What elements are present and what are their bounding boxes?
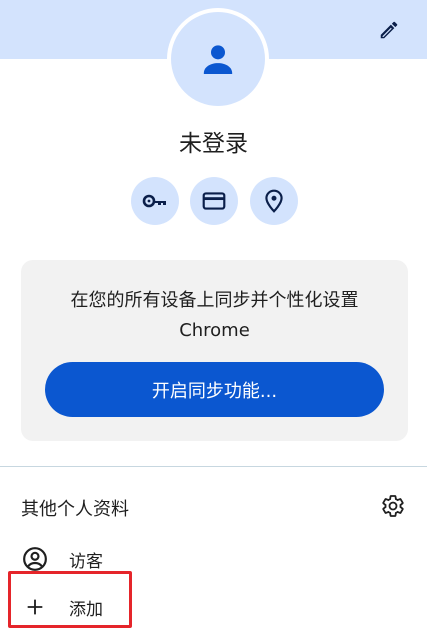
account-circle-icon [22, 546, 48, 572]
location-pin-icon [265, 189, 283, 213]
sync-message: 在您的所有设备上同步并个性化设置 Chrome [21, 286, 408, 346]
sync-message-line1: 在您的所有设备上同步并个性化设置 [70, 290, 359, 311]
profile-menu: 未登录 在您的所有设备上同步并个性化设置 Chrome 开启同步功能... 其他… [0, 0, 427, 633]
sync-promo-card: 在您的所有设备上同步并个性化设置 Chrome 开启同步功能... [21, 260, 408, 441]
profile-name: 未登录 [179, 131, 248, 157]
person-icon [203, 45, 233, 74]
profile-item-label: 添加 [69, 600, 103, 620]
add-profile-item[interactable]: 添加 [0, 584, 427, 628]
credit-card-icon [202, 192, 226, 210]
pencil-icon [380, 21, 398, 39]
manage-profiles-button[interactable] [378, 491, 408, 521]
plus-icon [22, 594, 48, 620]
avatar [171, 12, 265, 106]
profile-item-label: 访客 [69, 552, 103, 572]
edit-profile-button[interactable] [372, 13, 406, 47]
profile-item-guest[interactable]: 访客 [0, 536, 427, 580]
key-icon [142, 194, 166, 208]
other-profiles-title: 其他个人资料 [21, 499, 129, 520]
payment-methods-button[interactable] [190, 177, 238, 225]
turn-on-sync-button[interactable]: 开启同步功能... [45, 362, 384, 417]
addresses-button[interactable] [250, 177, 298, 225]
sync-message-line2: Chrome [179, 320, 250, 341]
passwords-button[interactable] [131, 177, 179, 225]
gear-icon [382, 495, 404, 517]
divider [0, 466, 427, 467]
